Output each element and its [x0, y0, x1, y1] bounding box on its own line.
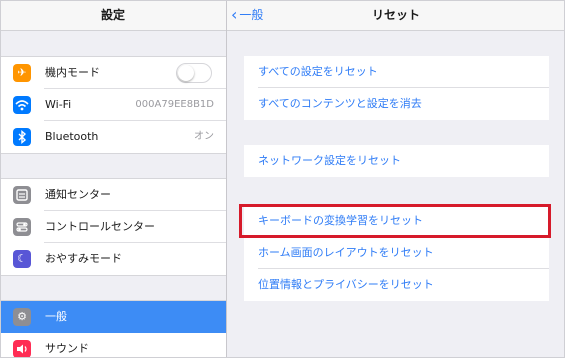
wifi-network-name: 000A79EE8B1D	[135, 99, 214, 110]
sidebar-item-label: 一般	[45, 310, 67, 323]
sidebar-item-label: サウンド	[45, 342, 89, 355]
settings-sidebar: 設定 ✈ 機内モード Wi-Fi 000A79EE8B1D Bluetooth …	[0, 0, 227, 358]
sidebar-item-airplane-mode[interactable]: ✈ 機内モード	[0, 57, 226, 89]
sidebar-item-label: Bluetooth	[45, 130, 99, 143]
reset-home-screen-layout-button[interactable]: ホーム画面のレイアウトをリセット	[244, 237, 549, 269]
sidebar-item-do-not-disturb[interactable]: ☾ おやすみモード	[0, 243, 226, 275]
sidebar-item-sounds[interactable]: サウンド	[0, 333, 226, 358]
page-title: リセット	[371, 8, 420, 22]
highlight-box	[239, 204, 551, 238]
sidebar-item-label: 機内モード	[45, 66, 100, 79]
sidebar-item-label: コントロールセンター	[45, 220, 155, 233]
sidebar-title: 設定	[0, 0, 226, 31]
list-item-label: ホーム画面のレイアウトをリセット	[258, 246, 434, 259]
reset-group-all: すべての設定をリセット すべてのコンテンツと設定を消去	[244, 56, 549, 120]
reset-detail-pane: ‹ 一般 リセット すべての設定をリセット すべてのコンテンツと設定を消去 ネット…	[227, 0, 565, 358]
sidebar-item-wifi[interactable]: Wi-Fi 000A79EE8B1D	[0, 89, 226, 121]
reset-location-privacy-button[interactable]: 位置情報とプライバシーをリセット	[244, 269, 549, 301]
wifi-icon	[13, 96, 31, 114]
list-item-label: すべての設定をリセット	[258, 65, 378, 78]
list-item-label: すべてのコンテンツと設定を消去	[258, 97, 422, 110]
sidebar-group-general: ⚙ 一般 サウンド	[0, 300, 226, 358]
sidebar-group-notifications: 通知センター コントロールセンター ☾ おやすみモード	[0, 178, 226, 276]
sidebar-item-notification-center[interactable]: 通知センター	[0, 179, 226, 211]
sidebar-item-general[interactable]: ⚙ 一般	[0, 301, 226, 333]
sidebar-item-label: 通知センター	[45, 188, 111, 201]
airplane-icon: ✈	[13, 64, 31, 82]
notification-center-icon	[13, 186, 31, 204]
sidebar-item-label: Wi-Fi	[45, 98, 72, 111]
reset-group-network: ネットワーク設定をリセット	[244, 145, 549, 177]
bluetooth-status: オン	[194, 131, 214, 142]
airplane-mode-toggle[interactable]	[176, 63, 212, 83]
nav-bar: ‹ 一般 リセット	[227, 0, 565, 31]
toggle-knob	[178, 65, 194, 81]
erase-all-content-button[interactable]: すべてのコンテンツと設定を消去	[244, 88, 549, 120]
gear-icon: ⚙	[13, 308, 31, 326]
list-item-label: 位置情報とプライバシーをリセット	[258, 278, 434, 291]
sidebar-item-control-center[interactable]: コントロールセンター	[0, 211, 226, 243]
control-center-icon	[13, 218, 31, 236]
sidebar-item-label: おやすみモード	[45, 252, 122, 265]
sidebar-item-bluetooth[interactable]: Bluetooth オン	[0, 121, 226, 153]
reset-network-settings-button[interactable]: ネットワーク設定をリセット	[244, 145, 549, 177]
moon-icon: ☾	[13, 250, 31, 268]
list-item-label: ネットワーク設定をリセット	[258, 154, 401, 167]
bluetooth-icon	[13, 128, 31, 146]
reset-all-settings-button[interactable]: すべての設定をリセット	[244, 56, 549, 88]
speaker-icon	[13, 340, 31, 358]
sidebar-group-connectivity: ✈ 機内モード Wi-Fi 000A79EE8B1D Bluetooth オン	[0, 56, 226, 154]
